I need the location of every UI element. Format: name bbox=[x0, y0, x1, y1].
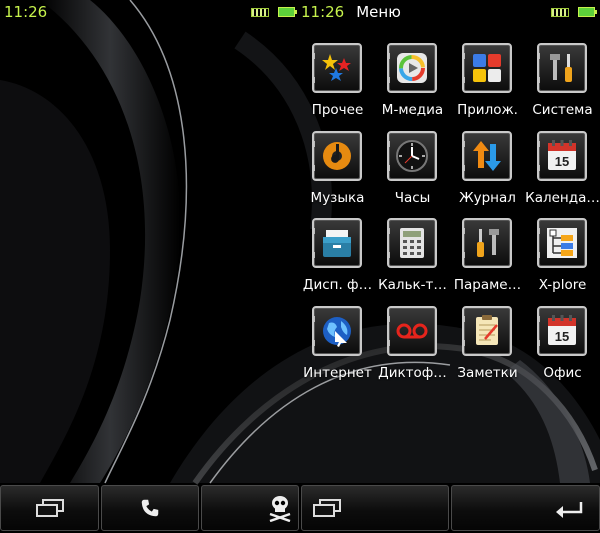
app-other[interactable]: Прочее bbox=[300, 38, 375, 126]
skull-icon bbox=[269, 496, 291, 522]
app-calendar[interactable]: 15 Календа… bbox=[525, 126, 600, 214]
app-applications[interactable]: Прилож. bbox=[450, 38, 525, 126]
up-down-arrows-icon bbox=[462, 131, 512, 181]
app-log[interactable]: Журнал bbox=[450, 126, 525, 214]
app-label: M-медиа bbox=[381, 102, 444, 118]
battery-icon bbox=[578, 7, 597, 17]
app-label: Параме… bbox=[453, 277, 522, 293]
screwdriver-icon bbox=[462, 218, 512, 268]
softkey-multitask-left[interactable] bbox=[0, 485, 99, 531]
stars-icon bbox=[312, 43, 362, 93]
app-file-manager[interactable]: Дисп. ф… bbox=[300, 213, 375, 301]
app-label: Заметки bbox=[457, 365, 518, 381]
tools-icon bbox=[537, 43, 587, 93]
voicemail-icon bbox=[387, 306, 437, 356]
app-label: Музыка bbox=[310, 190, 365, 206]
app-notes[interactable]: Заметки bbox=[450, 301, 525, 389]
globe-icon bbox=[312, 306, 362, 356]
app-clock[interactable]: Часы bbox=[375, 126, 450, 214]
app-label: Дисп. ф… bbox=[302, 277, 373, 293]
signal-icon bbox=[251, 7, 272, 17]
clock-time: 11:26 bbox=[4, 3, 48, 21]
back-arrow-icon bbox=[556, 502, 583, 518]
app-label: Журнал bbox=[459, 190, 516, 206]
app-internet[interactable]: Интернет bbox=[300, 301, 375, 389]
softkey-multitask-right[interactable] bbox=[301, 485, 449, 531]
app-label: Офис bbox=[543, 365, 582, 381]
softkey-end-app[interactable] bbox=[201, 485, 299, 531]
app-label: Календа… bbox=[525, 190, 600, 206]
music-disc-icon bbox=[312, 131, 362, 181]
app-label: Прилож. bbox=[457, 102, 518, 118]
calendar-day: 15 bbox=[555, 154, 569, 169]
calculator-icon bbox=[387, 218, 437, 268]
tree-icon bbox=[537, 218, 587, 268]
page-title: Меню bbox=[356, 3, 401, 21]
app-office[interactable]: 15 Офис bbox=[525, 301, 600, 389]
app-label: Часы bbox=[394, 190, 431, 206]
app-label: Прочее bbox=[311, 102, 364, 118]
app-label: Система bbox=[532, 102, 593, 118]
status-bar-right bbox=[551, 0, 600, 24]
multitask-icon bbox=[313, 499, 341, 517]
apps-icon bbox=[462, 43, 512, 93]
phone-icon bbox=[141, 499, 159, 517]
app-x-plore[interactable]: X-plore bbox=[525, 213, 600, 301]
app-label: Кальк-т… bbox=[378, 277, 447, 293]
calendar-day: 15 bbox=[555, 329, 569, 344]
softkey-back[interactable] bbox=[451, 485, 600, 531]
app-recorder[interactable]: Диктоф… bbox=[375, 301, 450, 389]
app-label: Интернет bbox=[303, 365, 372, 381]
app-label: X-plore bbox=[538, 277, 587, 293]
calendar-icon: 15 bbox=[537, 306, 587, 356]
app-grid: Прочее M-медиа Прилож. Система Музыка Ча… bbox=[300, 38, 600, 398]
status-bar-center: 11:26 Меню bbox=[251, 0, 401, 24]
calendar-icon: 15 bbox=[537, 131, 587, 181]
app-music[interactable]: Музыка bbox=[300, 126, 375, 214]
clock-time: 11:26 bbox=[301, 3, 345, 21]
softkey-call[interactable] bbox=[101, 485, 199, 531]
media-icon bbox=[387, 43, 437, 93]
file-cabinet-icon bbox=[312, 218, 362, 268]
notepad-icon bbox=[462, 306, 512, 356]
app-calculator[interactable]: Кальк-т… bbox=[375, 213, 450, 301]
multitask-icon bbox=[35, 499, 64, 517]
app-system[interactable]: Система bbox=[525, 38, 600, 126]
status-bar-left: 11:26 bbox=[4, 0, 47, 24]
app-m-media[interactable]: M-медиа bbox=[375, 38, 450, 126]
battery-icon bbox=[278, 7, 297, 17]
clock-icon bbox=[387, 131, 437, 181]
signal-icon bbox=[551, 7, 572, 17]
app-settings[interactable]: Параме… bbox=[450, 213, 525, 301]
softkey-bar bbox=[0, 483, 600, 533]
app-label: Диктоф… bbox=[378, 365, 447, 381]
